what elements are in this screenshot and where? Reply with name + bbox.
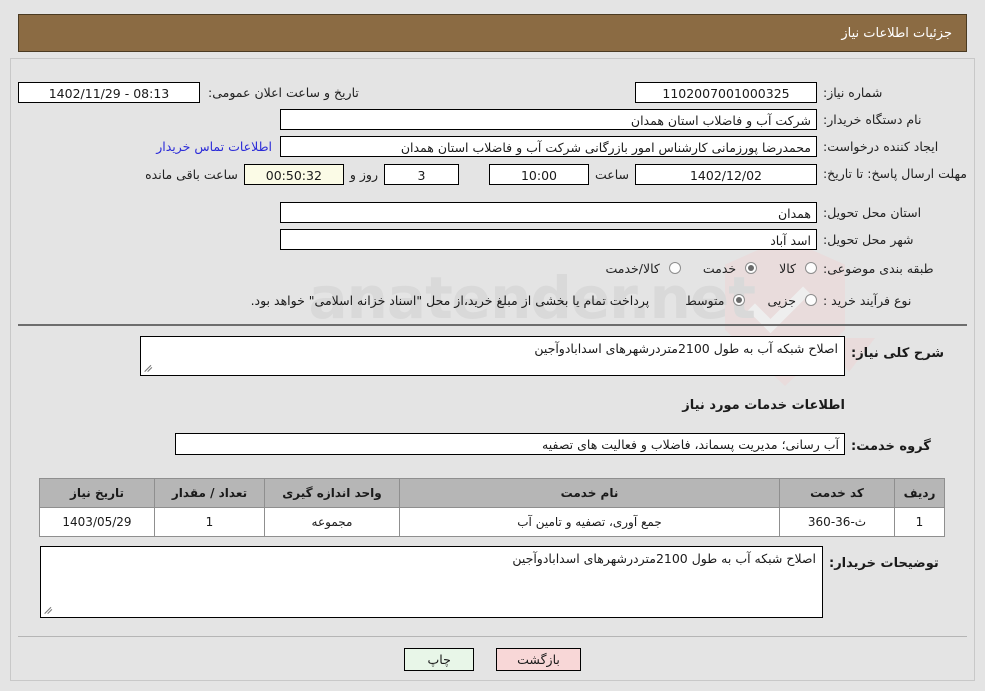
city-label: شهر محل تحویل: xyxy=(823,231,914,247)
need-info-panel: شماره نیاز: 1102007001000325 تاریخ و ساع… xyxy=(18,64,967,326)
process-option-motevaset-label: متوسط xyxy=(685,292,725,308)
buyer-notes-textarea[interactable]: اصلاح شبکه آب به طول 2100متردرشهرهای اسد… xyxy=(40,546,823,618)
description-label: شرح کلی نیاز: xyxy=(851,346,945,361)
process-option-jozei[interactable]: جزیی xyxy=(767,293,817,308)
print-button[interactable]: چاپ xyxy=(404,648,475,671)
page-header: جزئیات اطلاعات نیاز xyxy=(18,14,967,52)
row-province: استان محل تحویل: همدان xyxy=(18,198,967,226)
category-option-kala-khedmat[interactable]: کالا/خدمت xyxy=(605,260,681,276)
process-option-jozei-label: جزیی xyxy=(767,292,796,308)
buyer-notes-row: توضیحات خریدار: اصلاح شبکه آب به طول 210… xyxy=(40,546,945,618)
back-button[interactable]: بازگشت xyxy=(496,648,581,671)
row-services-heading: اطلاعات خدمات مورد نیاز xyxy=(18,398,967,413)
announce-value: 08:13 - 1402/11/29 xyxy=(18,81,200,103)
description-textarea[interactable]: اصلاح شبکه آب به طول 2100متردرشهرهای اسد… xyxy=(140,336,845,376)
category-option-khedmat[interactable]: خدمت xyxy=(702,260,758,276)
buyer-org-value: شرکت آب و فاضلاب استان همدان xyxy=(280,108,817,130)
deadline-time-value: 10:00 xyxy=(488,163,589,185)
table-header-row: ردیف کد خدمت نام خدمت واحد اندازه گیری ت… xyxy=(39,478,945,508)
action-buttons: بازگشت چاپ xyxy=(0,648,985,671)
col-need-date: تاریخ نیاز xyxy=(39,478,155,508)
cell-quantity: 1 xyxy=(154,507,265,537)
category-label: طبقه بندی موضوعی: xyxy=(823,260,934,276)
need-number-label: شماره نیاز: xyxy=(823,84,883,100)
deadline-time-label: ساعت xyxy=(594,166,629,182)
services-table: ردیف کد خدمت نام خدمت واحد اندازه گیری ت… xyxy=(39,478,945,537)
services-table-wrapper: ردیف کد خدمت نام خدمت واحد اندازه گیری ت… xyxy=(39,478,945,537)
radio-jozei-icon[interactable] xyxy=(805,294,817,306)
process-option-motevaset[interactable]: متوسط xyxy=(685,292,746,308)
remaining-suffix-label: ساعت باقی مانده xyxy=(145,166,238,182)
process-label: نوع فرآیند خرید : xyxy=(823,292,912,308)
deadline-date-value: 1402/12/02 xyxy=(635,163,817,185)
category-option-kala-khedmat-label: کالا/خدمت xyxy=(605,260,660,276)
col-unit: واحد اندازه گیری xyxy=(264,478,400,508)
city-value: اسد آباد xyxy=(280,228,817,250)
remaining-time-value: 00:50:32 xyxy=(243,163,344,185)
col-quantity: تعداد / مقدار xyxy=(154,478,265,508)
creator-label: ایجاد کننده درخواست: xyxy=(823,138,939,154)
announce-label: تاریخ و ساعت اعلان عمومی: xyxy=(208,84,359,100)
buyer-notes-value: اصلاح شبکه آب به طول 2100متردرشهرهای اسد… xyxy=(512,551,816,566)
category-option-kala[interactable]: کالا xyxy=(779,261,817,276)
row-need-number: شماره نیاز: 1102007001000325 تاریخ و ساع… xyxy=(18,78,967,106)
cell-code: ث-36-360 xyxy=(779,507,895,537)
resize-grip-icon[interactable] xyxy=(144,363,154,373)
cell-need-date: 1403/05/29 xyxy=(39,507,155,537)
buyer-contact-link[interactable]: اطلاعات تماس خریدار xyxy=(156,139,272,154)
row-service-group: گروه خدمت: آب رسانی؛ مدیریت پسماند، فاضل… xyxy=(18,433,967,455)
radio-kala-icon[interactable] xyxy=(805,262,817,274)
payment-note: پرداخت تمام یا بخشی از مبلغ خرید،از محل … xyxy=(250,292,650,308)
remaining-days-value: 3 xyxy=(383,163,459,185)
row-deadline: مهلت ارسال پاسخ: تا تاریخ: 1402/12/02 سا… xyxy=(18,160,967,188)
bottom-divider xyxy=(18,636,967,637)
province-label: استان محل تحویل: xyxy=(823,204,922,220)
buyer-org-label: نام دستگاه خریدار: xyxy=(823,111,922,127)
col-name: نام خدمت xyxy=(399,478,780,508)
remaining-days-label: روز و xyxy=(349,166,378,182)
service-group-value: آب رسانی؛ مدیریت پسماند، فاضلاب و فعالیت… xyxy=(175,433,845,455)
row-category: طبقه بندی موضوعی: کالا خدمت کالا/خدمت xyxy=(18,254,967,282)
row-process: نوع فرآیند خرید : جزیی متوسط پرداخت تمام… xyxy=(18,286,967,314)
buyer-notes-resize-grip-icon[interactable] xyxy=(44,605,54,615)
need-number-value: 1102007001000325 xyxy=(635,81,817,103)
row-creator: ایجاد کننده درخواست: محمدرضا پورزمانی کا… xyxy=(18,132,967,160)
radio-khedmat-icon[interactable] xyxy=(745,262,758,274)
row-buyer-org: نام دستگاه خریدار: شرکت آب و فاضلاب استا… xyxy=(18,105,967,133)
category-option-khedmat-label: خدمت xyxy=(702,260,737,276)
cell-unit: مجموعه xyxy=(264,507,400,537)
radio-motevaset-icon[interactable] xyxy=(733,294,746,306)
col-index: ردیف xyxy=(894,478,945,508)
cell-name: جمع آوری، تصفیه و تامین آب xyxy=(399,507,780,537)
row-description: شرح کلی نیاز: اصلاح شبکه آب به طول 2100م… xyxy=(18,336,967,376)
radio-kala-khedmat-icon[interactable] xyxy=(668,262,681,274)
description-panel: شرح کلی نیاز: اصلاح شبکه آب به طول 2100م… xyxy=(18,336,967,455)
description-value: اصلاح شبکه آب به طول 2100متردرشهرهای اسد… xyxy=(534,341,838,356)
cell-index: 1 xyxy=(894,507,945,537)
table-row: 1 ث-36-360 جمع آوری، تصفیه و تامین آب مج… xyxy=(39,507,945,537)
deadline-label: مهلت ارسال پاسخ: تا تاریخ: xyxy=(822,166,967,181)
buyer-notes-label: توضیحات خریدار: xyxy=(829,556,939,571)
creator-value: محمدرضا پورزمانی کارشناس امور بازرگانی ش… xyxy=(280,135,817,157)
col-code: کد خدمت xyxy=(779,478,895,508)
row-city: شهر محل تحویل: اسد آباد xyxy=(18,225,967,253)
category-option-kala-label: کالا xyxy=(779,260,796,276)
province-value: همدان xyxy=(280,201,817,223)
service-group-label: گروه خدمت: xyxy=(851,438,931,454)
services-section-heading: اطلاعات خدمات مورد نیاز xyxy=(682,398,845,413)
page-title: جزئیات اطلاعات نیاز xyxy=(841,25,952,41)
